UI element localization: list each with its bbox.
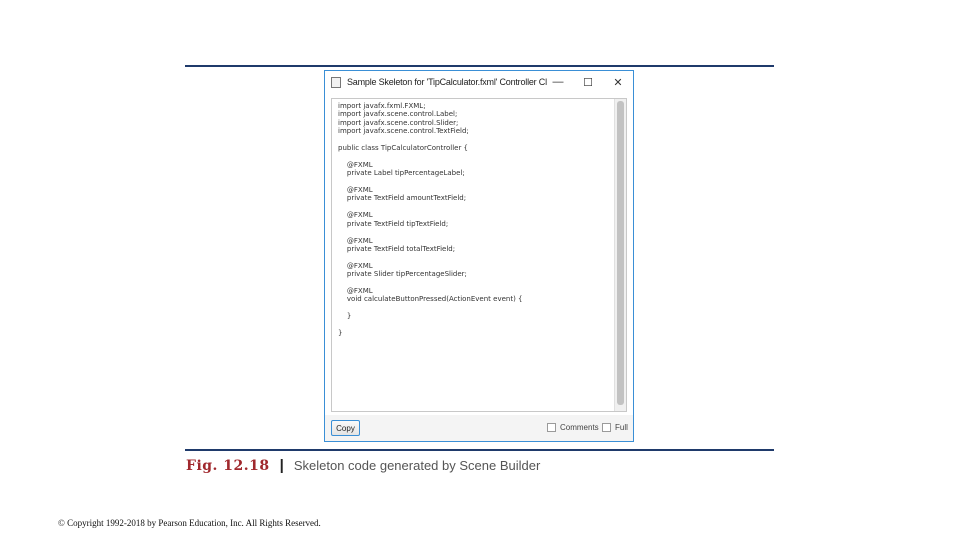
maximize-button[interactable]: ☐ xyxy=(573,71,603,93)
skeleton-code[interactable]: import javafx.fxml.FXML; import javafx.s… xyxy=(338,102,614,337)
window-controls: — ☐ ✕ xyxy=(543,71,633,93)
vertical-scrollbar[interactable] xyxy=(614,99,626,411)
skeleton-window: Sample Skeleton for 'TipCalculator.fxml'… xyxy=(324,70,634,442)
bottom-divider-rule xyxy=(185,449,774,451)
minimize-button[interactable]: — xyxy=(543,71,573,93)
full-option[interactable]: Full xyxy=(602,423,628,432)
full-label: Full xyxy=(615,423,628,432)
code-text-area[interactable]: import javafx.fxml.FXML; import javafx.s… xyxy=(331,98,627,412)
full-checkbox[interactable] xyxy=(602,423,611,432)
scrollbar-thumb[interactable] xyxy=(617,101,624,405)
figure-number: Fig. 12.18 xyxy=(186,457,270,474)
window-title: Sample Skeleton for 'TipCalculator.fxml'… xyxy=(347,77,547,87)
comments-checkbox[interactable] xyxy=(547,423,556,432)
window-bottom-bar: Copy Comments Full xyxy=(325,415,633,441)
close-button[interactable]: ✕ xyxy=(603,71,633,93)
copy-button[interactable]: Copy xyxy=(331,420,360,436)
top-divider-rule xyxy=(185,65,774,67)
comments-label: Comments xyxy=(560,423,599,432)
window-titlebar[interactable]: Sample Skeleton for 'TipCalculator.fxml'… xyxy=(325,71,633,93)
comments-option[interactable]: Comments xyxy=(547,423,599,432)
caption-separator: | xyxy=(279,457,284,474)
figure-caption: Fig. 12.18 | Skeleton code generated by … xyxy=(186,457,540,474)
copyright-notice: © Copyright 1992-2018 by Pearson Educati… xyxy=(58,518,321,528)
caption-text: Skeleton code generated by Scene Builder xyxy=(293,458,541,473)
app-icon xyxy=(331,76,341,88)
